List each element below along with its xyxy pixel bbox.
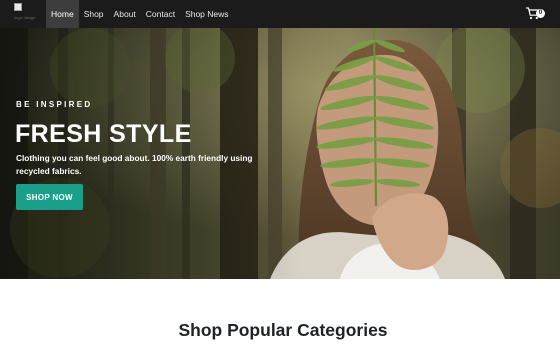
nav-link-home[interactable]: Home [46,0,79,28]
broken-image-icon [14,3,22,11]
categories-heading: Shop Popular Categories [178,320,388,340]
nav-link-about[interactable]: About [109,0,141,28]
cart-button[interactable]: 0 [526,7,548,21]
logo-alt-text: logo image [14,15,36,20]
nav-link-shop-news[interactable]: Shop News [180,0,233,28]
shop-now-button[interactable]: SHOP NOW [16,184,83,210]
nav-link-contact[interactable]: Contact [141,0,180,28]
site-logo[interactable]: logo image [12,0,44,28]
hero-banner: BE INSPIRED FRESH STYLE Clothing you can… [0,28,560,279]
top-navbar: logo image Home Shop About Contact Shop … [0,0,560,28]
nav-link-shop[interactable]: Shop [79,0,109,28]
hero-eyebrow: BE INSPIRED [16,100,93,109]
hero-subtitle: Clothing you can feel good about. 100% e… [16,153,253,176]
hero-title: FRESH STYLE [15,120,192,148]
main-nav: Home Shop About Contact Shop News [46,0,234,28]
cart-count-badge: 0 [536,9,545,18]
